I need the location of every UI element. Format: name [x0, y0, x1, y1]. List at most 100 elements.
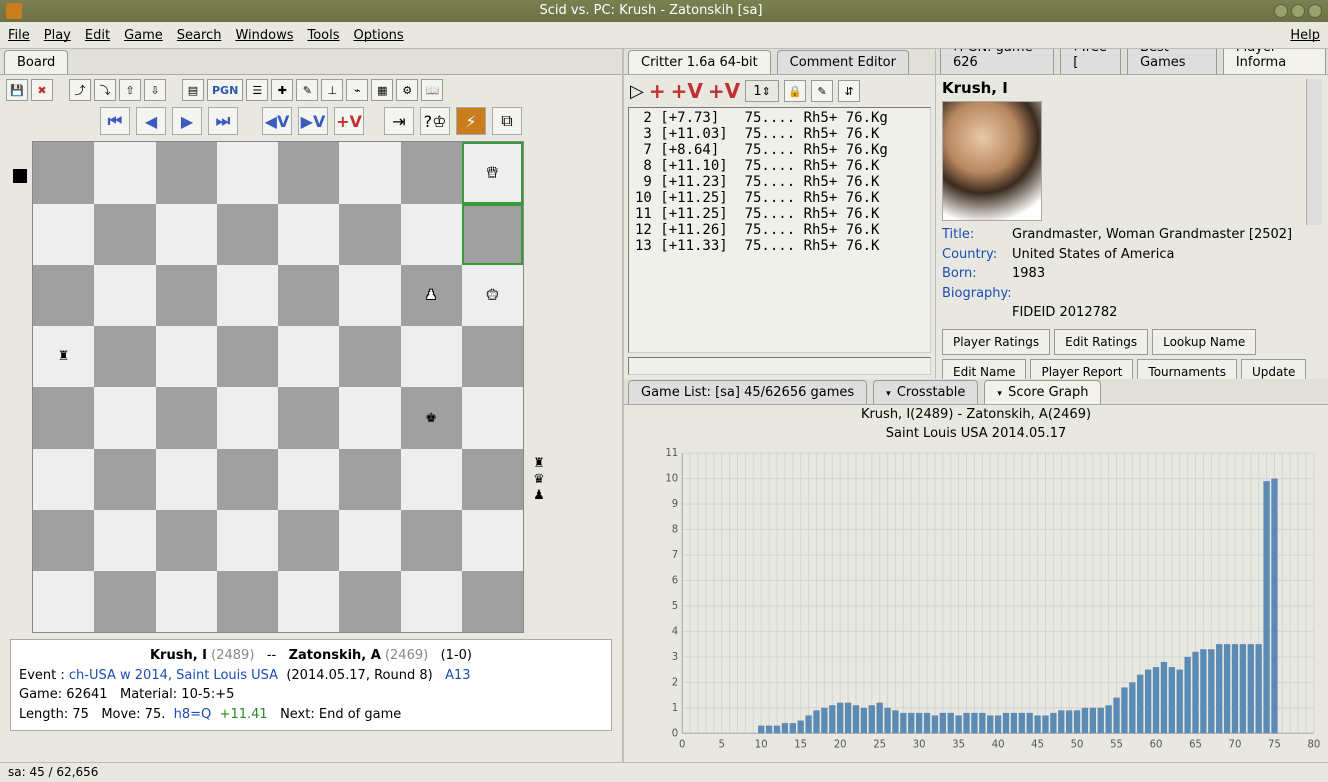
book-icon[interactable]: 📖 [421, 79, 443, 101]
svg-text:75: 75 [1268, 740, 1281, 751]
minimize-button[interactable] [1274, 4, 1288, 18]
svg-text:30: 30 [913, 740, 926, 751]
event-link[interactable]: ch-USA w 2014, Saint Louis USA [69, 668, 278, 683]
save-icon[interactable]: 💾 [6, 79, 28, 101]
close-window-button[interactable] [1308, 4, 1322, 18]
svg-text:7: 7 [672, 550, 678, 561]
maximize-button[interactable] [1291, 4, 1305, 18]
tab-gamelist[interactable]: Game List: [sa] 45/62656 games [628, 380, 867, 404]
comment-icon[interactable]: ▤ [182, 79, 204, 101]
svg-text:15: 15 [794, 740, 807, 751]
svg-text:9: 9 [672, 500, 678, 511]
menu-options[interactable]: Options [354, 28, 404, 43]
analysis-lines: 2 [+7.73] 75.... Rh5+ 76.Kg 3 [+11.03] 7… [628, 107, 931, 353]
priority-icon[interactable]: ⇵ [838, 80, 860, 102]
window-title: Scid vs. PC: Krush - Zatonskih [sa] [28, 3, 1274, 18]
graph-icon[interactable]: ⌁ [346, 79, 368, 101]
menu-windows[interactable]: Windows [235, 28, 293, 43]
engine-plus-icon[interactable]: + [649, 79, 666, 103]
player-btn-update[interactable]: Update [1241, 359, 1306, 380]
tree-icon[interactable]: ⊥ [321, 79, 343, 101]
menu-game[interactable]: Game [124, 28, 163, 43]
grid-icon[interactable]: ▦ [371, 79, 393, 101]
analysis-toolbar: ▷ + +V +V 1 ⇕ 🔒 ✎ ⇵ [624, 75, 935, 107]
svg-text:10: 10 [755, 740, 768, 751]
var-out-icon[interactable]: ⤵ [94, 79, 116, 101]
menubar: File Play Edit Game Search Windows Tools… [0, 22, 1328, 50]
nav-end[interactable]: ⏭ [208, 107, 238, 135]
to-move-indicator [13, 169, 27, 183]
eco-link[interactable]: A13 [445, 668, 470, 683]
svg-text:3: 3 [672, 652, 678, 663]
svg-text:5: 5 [719, 740, 725, 751]
tab-crosstable[interactable]: ▾ Crosstable [873, 380, 978, 404]
engine-addv2-icon[interactable]: +V [708, 79, 740, 103]
graph-title: Krush, I(2489) - Zatonskih, A(2469) [624, 405, 1328, 424]
svg-text:10: 10 [665, 474, 678, 485]
engine-addv-icon[interactable]: +V [671, 79, 703, 103]
svg-text:45: 45 [1031, 740, 1044, 751]
lock-icon[interactable]: 🔒 [784, 80, 806, 102]
engine-icon[interactable]: ⚙ [396, 79, 418, 101]
analysis-input[interactable] [628, 357, 931, 375]
menu-help[interactable]: Help [1290, 28, 1320, 43]
svg-text:70: 70 [1229, 740, 1242, 751]
svg-text:20: 20 [834, 740, 847, 751]
list-icon[interactable]: ☰ [246, 79, 268, 101]
engine-play-icon[interactable]: ▷ [630, 81, 644, 102]
svg-text:2: 2 [672, 678, 678, 689]
tab-comment-editor[interactable]: Comment Editor [777, 50, 909, 74]
svg-text:8: 8 [672, 525, 678, 536]
svg-text:0: 0 [672, 729, 678, 740]
playerinfo-scrollbar[interactable] [1306, 79, 1322, 225]
pgn-icon[interactable]: PGN [207, 79, 243, 101]
tab-tree[interactable]: ▾Tree [ [1060, 49, 1121, 74]
var-prev[interactable]: ◀V [262, 107, 292, 135]
var-into-icon[interactable]: ⤴ [69, 79, 91, 101]
menu-tools[interactable]: Tools [307, 28, 339, 43]
var-down-icon[interactable]: ⇩ [144, 79, 166, 101]
tab-board[interactable]: Board [4, 50, 68, 74]
player-btn-tournaments[interactable]: Tournaments [1137, 359, 1237, 380]
statusbar: sa: 45 / 62,656 [0, 762, 1328, 782]
menu-search[interactable]: Search [177, 28, 222, 43]
tab-bestgames[interactable]: Best Games [1127, 49, 1217, 74]
copy-icon[interactable]: ⧉ [492, 107, 522, 135]
paint-icon[interactable]: ✎ [296, 79, 318, 101]
tab-scoregraph[interactable]: ▾ Score Graph [984, 380, 1101, 404]
svg-text:6: 6 [672, 576, 678, 587]
tab-playerinfo[interactable]: Player Informa [1223, 49, 1326, 74]
nav-start[interactable]: ⏮ [100, 107, 130, 135]
player-buttons: Player RatingsEdit RatingsLookup Name Edi… [942, 329, 1322, 380]
game-info: Krush, I (2489) -- Zatonskih, A (2469) (… [10, 639, 612, 731]
svg-text:1: 1 [672, 703, 678, 714]
menu-edit[interactable]: Edit [85, 28, 110, 43]
var-up-icon[interactable]: ⇧ [119, 79, 141, 101]
chess-board[interactable]: ♛♟♚♜♚ [32, 141, 524, 633]
var-new[interactable]: +V [334, 107, 364, 135]
autoplay-icon[interactable]: ⇥ [384, 107, 414, 135]
player-btn-edit-name[interactable]: Edit Name [942, 359, 1026, 380]
cross-icon[interactable]: ✚ [271, 79, 293, 101]
nav-fwd[interactable]: ▶ [172, 107, 202, 135]
nav-row: ⏮ ◀ ▶ ⏭ ◀V ▶V +V ⇥ ?♔ ⚡ ⧉ [0, 105, 622, 141]
close-icon[interactable]: ✖ [31, 79, 53, 101]
var-next[interactable]: ▶V [298, 107, 328, 135]
svg-text:80: 80 [1308, 740, 1320, 751]
trial-icon[interactable]: ?♔ [420, 107, 450, 135]
menu-file[interactable]: File [8, 28, 30, 43]
menu-play[interactable]: Play [44, 28, 71, 43]
titlebar: Scid vs. PC: Krush - Zatonskih [sa] [0, 0, 1328, 22]
tab-pgn[interactable]: ▾PGN: game 626 [940, 49, 1054, 74]
svg-text:50: 50 [1071, 740, 1084, 751]
multipv-spinner[interactable]: 1 ⇕ [745, 80, 779, 102]
player-btn-player-ratings[interactable]: Player Ratings [942, 329, 1050, 355]
player-btn-player-report[interactable]: Player Report [1030, 359, 1133, 380]
svg-text:55: 55 [1110, 740, 1123, 751]
player-btn-edit-ratings[interactable]: Edit Ratings [1054, 329, 1148, 355]
player-btn-lookup-name[interactable]: Lookup Name [1152, 329, 1256, 355]
engine-toggle-icon[interactable]: ⚡ [456, 107, 486, 135]
nav-back[interactable]: ◀ [136, 107, 166, 135]
tab-engine[interactable]: Critter 1.6a 64-bit [628, 50, 771, 74]
annotate-icon[interactable]: ✎ [811, 80, 833, 102]
